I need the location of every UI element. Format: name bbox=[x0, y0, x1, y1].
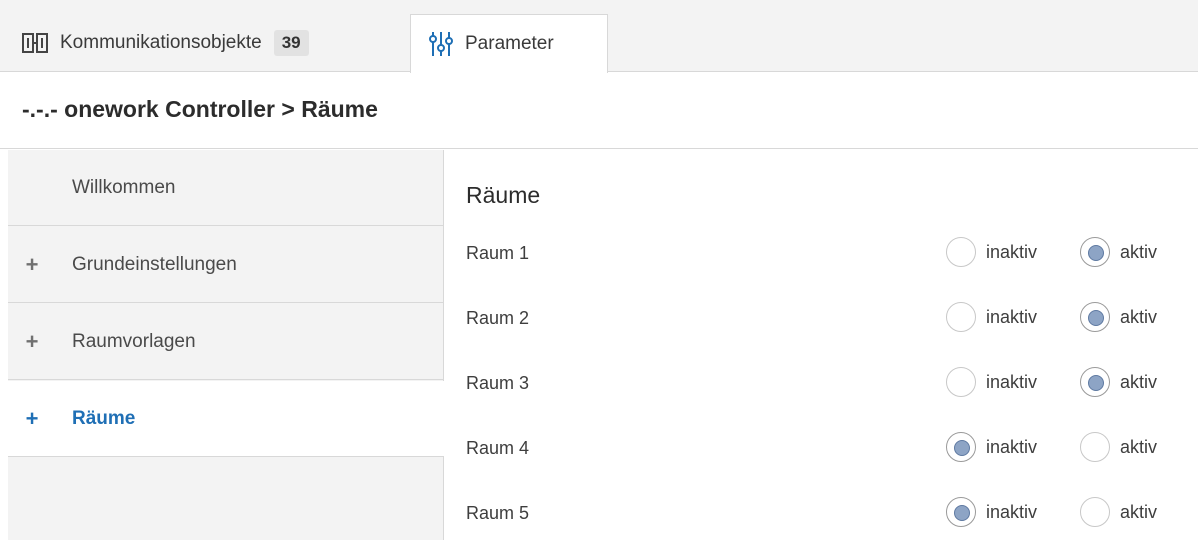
sidebar-item-raeume[interactable]: + Räume bbox=[8, 381, 444, 457]
radio-button[interactable] bbox=[946, 302, 976, 332]
radio-option-aktiv[interactable]: aktiv bbox=[1080, 497, 1157, 527]
sidebar-item-label: Räume bbox=[72, 407, 136, 429]
room-row: Raum 3 inaktiv aktiv bbox=[466, 365, 1186, 405]
sliders-icon bbox=[429, 30, 453, 58]
radio-button[interactable] bbox=[946, 497, 976, 527]
radio-button[interactable] bbox=[1080, 237, 1110, 267]
radio-label: inaktiv bbox=[986, 306, 1038, 327]
radio-label: aktiv bbox=[1120, 306, 1158, 327]
tab-kommunikationsobjekte[interactable]: Kommunikationsobjekte 39 bbox=[22, 14, 309, 72]
radio-button[interactable] bbox=[946, 367, 976, 397]
radio-label: inaktiv bbox=[986, 436, 1038, 457]
radio-option-aktiv[interactable]: aktiv bbox=[1080, 302, 1157, 332]
radio-option-inaktiv[interactable]: inaktiv bbox=[946, 432, 1037, 462]
radio-button[interactable] bbox=[946, 432, 976, 462]
expand-plus-icon[interactable]: + bbox=[24, 329, 40, 355]
radio-label: aktiv bbox=[1120, 436, 1158, 457]
objects-count-badge: 39 bbox=[273, 30, 309, 56]
radio-label: aktiv bbox=[1120, 241, 1158, 262]
radio-button[interactable] bbox=[1080, 497, 1110, 527]
radio-option-aktiv[interactable]: aktiv bbox=[1080, 237, 1157, 267]
room-label: Raum 1 bbox=[466, 243, 530, 263]
expand-plus-icon[interactable]: + bbox=[24, 252, 40, 278]
room-row: Raum 4 inaktiv aktiv bbox=[466, 430, 1186, 470]
radio-option-aktiv[interactable]: aktiv bbox=[1080, 367, 1157, 397]
radio-label: inaktiv bbox=[986, 371, 1038, 392]
room-row: Raum 5 inaktiv aktiv bbox=[466, 495, 1186, 535]
section-title: Räume bbox=[466, 182, 541, 208]
divider bbox=[0, 148, 1198, 149]
radio-button[interactable] bbox=[1080, 302, 1110, 332]
radio-label: inaktiv bbox=[986, 241, 1038, 262]
room-label: Raum 4 bbox=[466, 438, 530, 458]
room-row: Raum 2 inaktiv aktiv bbox=[466, 300, 1186, 340]
sidebar: Willkommen + Grundeinstellungen + Raumvo… bbox=[8, 150, 444, 540]
radio-button[interactable] bbox=[1080, 367, 1110, 397]
radio-option-inaktiv[interactable]: inaktiv bbox=[946, 497, 1037, 527]
radio-label: aktiv bbox=[1120, 501, 1158, 522]
tab-bar: Kommunikationsobjekte 39 Parameter bbox=[0, 0, 1198, 73]
radio-label: aktiv bbox=[1120, 371, 1158, 392]
tab-kommunikationsobjekte-label: Kommunikationsobjekte bbox=[60, 32, 262, 53]
room-row: Raum 1 inaktiv aktiv bbox=[466, 235, 1186, 275]
radio-button[interactable] bbox=[946, 237, 976, 267]
breadcrumb: -.-.- onework Controller > Räume bbox=[22, 96, 378, 122]
sidebar-item-grundeinstellungen[interactable]: + Grundeinstellungen bbox=[8, 227, 444, 303]
sidebar-item-label: Grundeinstellungen bbox=[72, 253, 237, 275]
expand-plus-icon[interactable]: + bbox=[24, 406, 40, 432]
tab-parameter[interactable]: Parameter bbox=[410, 14, 608, 73]
room-label: Raum 3 bbox=[466, 373, 530, 393]
radio-option-aktiv[interactable]: aktiv bbox=[1080, 432, 1157, 462]
radio-option-inaktiv[interactable]: inaktiv bbox=[946, 302, 1037, 332]
room-label: Raum 2 bbox=[466, 308, 530, 328]
communication-objects-icon bbox=[22, 32, 48, 54]
room-label: Raum 5 bbox=[466, 503, 530, 523]
radio-option-inaktiv[interactable]: inaktiv bbox=[946, 367, 1037, 397]
sidebar-item-label: Raumvorlagen bbox=[72, 330, 196, 352]
radio-label: inaktiv bbox=[986, 501, 1038, 522]
radio-option-inaktiv[interactable]: inaktiv bbox=[946, 237, 1037, 267]
sidebar-item-label: Willkommen bbox=[72, 176, 176, 198]
radio-button[interactable] bbox=[1080, 432, 1110, 462]
tab-parameter-label: Parameter bbox=[465, 33, 554, 54]
sidebar-item-willkommen[interactable]: Willkommen bbox=[8, 150, 444, 226]
sidebar-item-raumvorlagen[interactable]: + Raumvorlagen bbox=[8, 304, 444, 380]
